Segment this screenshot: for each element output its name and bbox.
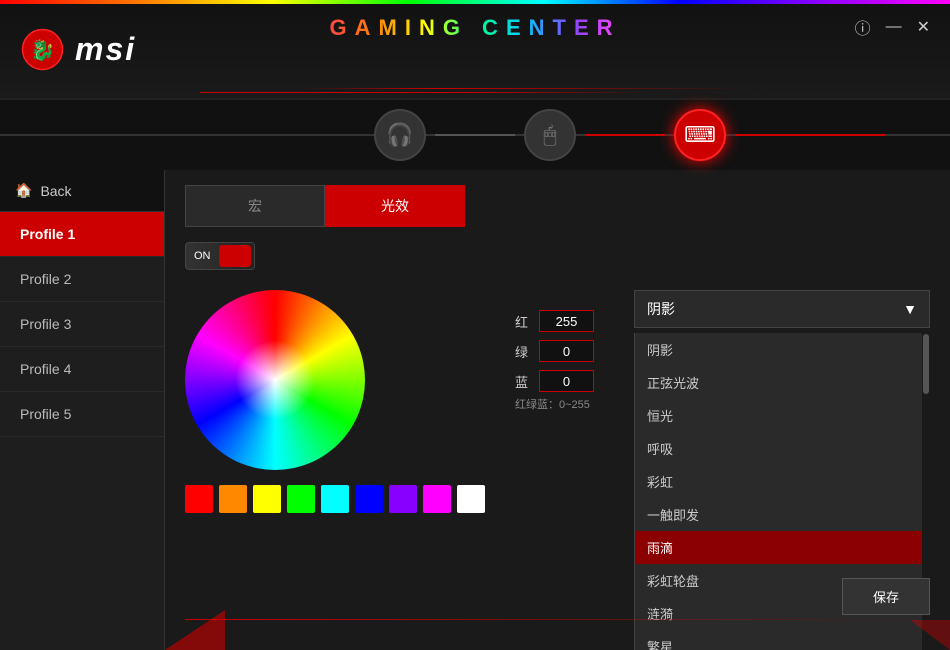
- color-picker-area: [185, 290, 485, 513]
- sidebar: 🏠 Back Profile 1 Profile 2 Profile 3 Pro…: [0, 170, 165, 650]
- tab-lighting[interactable]: 光效: [325, 185, 465, 227]
- tab-headset[interactable]: 🎧: [365, 100, 435, 170]
- rgb-input-area: 红 绿 蓝 红绿蓝：0~255: [515, 300, 594, 412]
- blue-label: 蓝: [515, 372, 531, 391]
- content-area: 宏 光效 ON: [165, 170, 950, 650]
- msi-logo: 🐉 msi: [20, 27, 136, 72]
- swatch-red[interactable]: [185, 485, 213, 513]
- sidebar-item-profile4[interactable]: Profile 4: [0, 347, 164, 392]
- blue-input[interactable]: [539, 370, 594, 392]
- effect-item-raindrop[interactable]: 雨滴: [635, 531, 929, 564]
- rgb-red-row: 红: [515, 310, 594, 332]
- green-label: 绿: [515, 342, 531, 361]
- color-effect-section: 红 绿 蓝 红绿蓝：0~255 阴影: [185, 290, 930, 650]
- sidebar-item-profile2[interactable]: Profile 2: [0, 257, 164, 302]
- profile1-label: Profile 1: [20, 226, 75, 242]
- close-button[interactable]: ✕: [917, 17, 930, 37]
- effect-item-starry[interactable]: 繁星: [635, 630, 929, 650]
- profile5-label: Profile 5: [20, 406, 71, 422]
- tab-mouse[interactable]: 🖱: [515, 100, 585, 170]
- app-title: GAMING CENTER: [330, 15, 621, 41]
- color-swatches: [185, 485, 485, 513]
- swatch-yellow[interactable]: [253, 485, 281, 513]
- swatch-white[interactable]: [457, 485, 485, 513]
- content-tab-bar: 宏 光效: [185, 185, 465, 227]
- scrollbar-thumb: [923, 334, 929, 394]
- effect-item-steady[interactable]: 恒光: [635, 399, 929, 432]
- sidebar-item-profile1[interactable]: Profile 1: [0, 212, 164, 257]
- app-header: 🐉 msi GAMING CENTER ⓘ — ✕: [0, 0, 950, 100]
- swatch-blue[interactable]: [355, 485, 383, 513]
- tab-macro[interactable]: 宏: [185, 185, 325, 227]
- green-input[interactable]: [539, 340, 594, 362]
- msi-dragon-icon: 🐉: [20, 27, 65, 72]
- back-button[interactable]: 🏠 Back: [0, 170, 164, 212]
- effect-item-breath[interactable]: 呼吸: [635, 432, 929, 465]
- rgb-inputs: 红 绿 蓝: [515, 310, 594, 392]
- info-button[interactable]: ⓘ: [855, 15, 871, 39]
- swatch-cyan[interactable]: [321, 485, 349, 513]
- back-label: Back: [40, 183, 71, 199]
- color-wheel[interactable]: [185, 290, 365, 470]
- color-wheel-container: [185, 290, 365, 470]
- toggle-label: ON: [189, 250, 211, 262]
- main-layout: 🏠 Back Profile 1 Profile 2 Profile 3 Pro…: [0, 170, 950, 650]
- window-controls: ⓘ — ✕: [855, 15, 930, 39]
- minimize-button[interactable]: —: [886, 18, 902, 36]
- swatch-purple[interactable]: [389, 485, 417, 513]
- save-button[interactable]: 保存: [842, 578, 930, 615]
- profile3-label: Profile 3: [20, 316, 71, 332]
- swatch-magenta[interactable]: [423, 485, 451, 513]
- swatch-orange[interactable]: [219, 485, 247, 513]
- profile2-label: Profile 2: [20, 271, 71, 287]
- effect-item-shadow[interactable]: 阴影: [635, 333, 929, 366]
- home-icon: 🏠: [15, 182, 32, 199]
- red-input[interactable]: [539, 310, 594, 332]
- sidebar-item-profile3[interactable]: Profile 3: [0, 302, 164, 347]
- effect-item-sine[interactable]: 正弦光波: [635, 366, 929, 399]
- dropdown-arrow-icon: ▼: [903, 301, 917, 317]
- mouse-icon: 🖱: [524, 109, 576, 161]
- profile4-label: Profile 4: [20, 361, 71, 377]
- sidebar-item-profile5[interactable]: Profile 5: [0, 392, 164, 437]
- power-toggle[interactable]: ON: [185, 242, 255, 270]
- effect-item-rainbow[interactable]: 彩虹: [635, 465, 929, 498]
- rgb-green-row: 绿: [515, 340, 594, 362]
- rgb-blue-row: 蓝: [515, 370, 594, 392]
- device-tab-bar: 🎧 🖱 ⌨: [0, 100, 950, 170]
- tab-keyboard[interactable]: ⌨: [665, 100, 735, 170]
- header-decorative-lines: [200, 73, 850, 93]
- swatch-green[interactable]: [287, 485, 315, 513]
- headset-icon: 🎧: [374, 109, 426, 161]
- power-toggle-container: ON: [185, 242, 930, 270]
- brand-name: msi: [75, 31, 136, 68]
- effect-item-instant[interactable]: 一触即发: [635, 498, 929, 531]
- toggle-knob: [219, 245, 251, 267]
- corner-decoration-left: [165, 610, 225, 650]
- red-label: 红: [515, 312, 531, 331]
- effect-dropdown[interactable]: 阴影 ▼: [634, 290, 930, 328]
- svg-text:🐉: 🐉: [30, 38, 55, 62]
- rgb-hint: 红绿蓝：0~255: [515, 396, 594, 412]
- rainbow-bar: [0, 0, 950, 4]
- keyboard-icon: ⌨: [674, 109, 726, 161]
- corner-decoration-right: [910, 620, 950, 650]
- effect-dropdown-label: 阴影: [647, 299, 675, 319]
